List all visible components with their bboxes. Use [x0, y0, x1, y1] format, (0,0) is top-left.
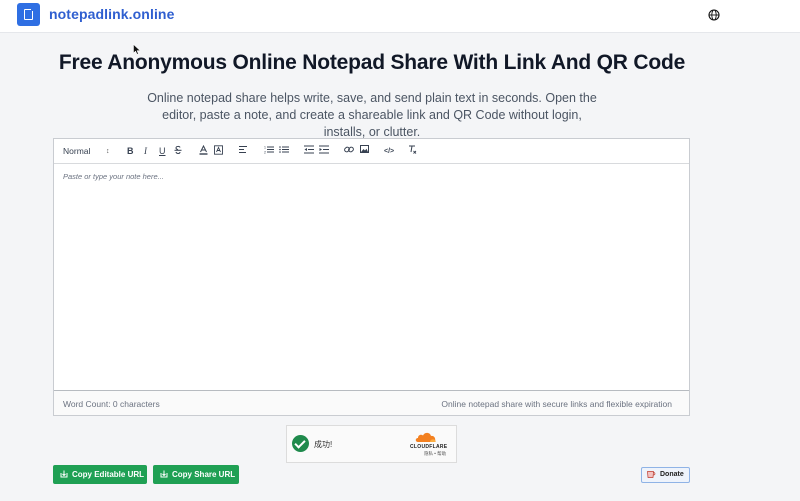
text-color-icon[interactable]	[199, 145, 208, 155]
background-color-icon[interactable]	[214, 145, 223, 155]
ordered-list-icon[interactable]: 12	[264, 145, 274, 154]
globe-icon[interactable]	[708, 9, 720, 21]
word-count: Word Count: 0 characters	[63, 399, 160, 409]
copy-editable-url-label: Copy Editable URL	[72, 470, 145, 479]
copy-icon	[60, 470, 68, 478]
donate-button[interactable]: Donate	[641, 467, 690, 483]
svg-text:2: 2	[264, 151, 266, 155]
page-title: Free Anonymous Online Notepad Share With…	[58, 51, 686, 74]
clear-format-icon[interactable]	[408, 145, 417, 154]
donate-label: Donate	[660, 471, 684, 478]
chevron-updown-icon[interactable]: ↕	[106, 146, 110, 158]
captcha-links[interactable]: 隐私 • 帮助	[424, 451, 446, 457]
strikethrough-icon[interactable]	[174, 145, 182, 155]
top-navbar: notepadlink.online	[0, 0, 800, 33]
page-subtitle: Online notepad share helps write, save, …	[147, 91, 597, 139]
coffee-icon	[647, 471, 656, 478]
svg-text:1: 1	[264, 146, 266, 150]
copy-editable-url-button[interactable]: Copy Editable URL	[53, 465, 147, 484]
editor-status-bar: Word Count: 0 characters Online notepad …	[54, 390, 689, 415]
image-icon[interactable]	[360, 145, 369, 153]
align-icon[interactable]	[239, 145, 248, 154]
format-select[interactable]: Normal	[63, 145, 90, 157]
italic-icon[interactable]: I	[144, 145, 147, 157]
site-brand-link[interactable]: notepadlink.online	[49, 6, 174, 22]
editor-tagline: Online notepad share with secure links a…	[441, 399, 672, 409]
outdent-icon[interactable]	[304, 145, 314, 154]
editor-text-area[interactable]: Paste or type your note here...	[54, 165, 689, 389]
link-icon[interactable]	[344, 145, 354, 154]
indent-icon[interactable]	[319, 145, 329, 154]
bullet-list-icon[interactable]	[279, 145, 289, 154]
bold-icon[interactable]: B	[127, 145, 134, 157]
underline-icon[interactable]: U	[159, 145, 166, 157]
cloudflare-logo-icon	[415, 432, 436, 442]
copy-share-url-button[interactable]: Copy Share URL	[153, 465, 239, 484]
cloudflare-wordmark: CLOUDFLARE	[410, 444, 448, 450]
code-icon[interactable]: </>	[384, 146, 394, 158]
cloudflare-captcha-widget[interactable]: 成功! CLOUDFLARE 隐私 • 帮助	[286, 425, 457, 463]
copy-share-url-label: Copy Share URL	[172, 470, 236, 479]
note-editor: Normal ↕ B I U 12 </> Paste or type your…	[53, 138, 690, 416]
copy-icon	[160, 470, 168, 478]
editor-placeholder: Paste or type your note here...	[63, 172, 164, 181]
captcha-status: 成功!	[314, 440, 333, 449]
editor-toolbar: Normal ↕ B I U 12 </>	[54, 139, 689, 164]
document-icon[interactable]	[17, 3, 40, 26]
success-check-icon	[292, 435, 309, 452]
